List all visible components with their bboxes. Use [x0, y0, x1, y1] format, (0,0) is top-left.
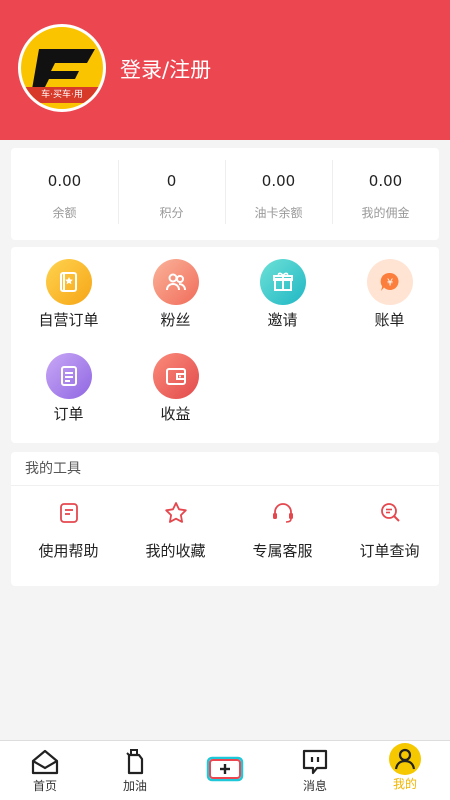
grid-label: 订单 [53, 405, 84, 423]
stat-value: 0 [166, 172, 177, 190]
stat-balance[interactable]: 0.00 余额 [11, 148, 118, 240]
gift-icon [259, 259, 306, 305]
grid-item-earnings[interactable]: 收益 [122, 353, 229, 424]
grid-label: 账单 [374, 311, 405, 329]
tools-title: 我的工具 [11, 452, 439, 486]
profile-header: 车·买车·用 登录/注册 [0, 0, 450, 140]
bottom-tab-bar: 首页 加油 消息 我的 [0, 740, 450, 800]
stat-value: 0.00 [368, 172, 403, 190]
function-grid: 自营订单 粉丝 邀请 ¥ 账单 订单 收益 [11, 247, 439, 443]
stat-points[interactable]: 0 积分 [118, 148, 225, 240]
tool-label: 使用帮助 [38, 542, 99, 560]
tab-label: 我的 [392, 777, 417, 791]
grid-item-bill[interactable]: ¥ 账单 [336, 259, 443, 330]
yen-bubble-icon: ¥ [366, 259, 413, 305]
grid-item-order[interactable]: 订单 [15, 353, 122, 424]
stat-label: 我的佣金 [361, 206, 410, 220]
tab-label: 首页 [32, 779, 57, 793]
stat-label: 积分 [159, 206, 184, 220]
avatar-strip-text: 车·买车·用 [21, 87, 103, 103]
fuel-icon [126, 749, 144, 775]
wallet-stats: 0.00 余额 0 积分 0.00 油卡余额 0.00 我的佣金 [11, 148, 439, 240]
login-register-link[interactable]: 登录/注册 [120, 54, 211, 84]
grid-item-invite[interactable]: 邀请 [229, 259, 336, 330]
tab-fuel[interactable]: 加油 [90, 741, 180, 800]
stat-commission[interactable]: 0.00 我的佣金 [332, 148, 439, 240]
stat-value: 0.00 [47, 172, 82, 190]
stat-value: 0.00 [261, 172, 296, 190]
grid-item-fans[interactable]: 粉丝 [122, 259, 229, 330]
user-icon [389, 743, 421, 775]
message-icon [302, 749, 328, 775]
fans-icon [152, 259, 199, 305]
tool-customer-service[interactable]: 专属客服 [229, 500, 336, 561]
tab-mine[interactable]: 我的 [360, 741, 450, 800]
grid-label: 粉丝 [160, 311, 191, 329]
tab-add[interactable] [180, 741, 270, 800]
grid-label: 收益 [160, 405, 191, 423]
tool-favorites[interactable]: 我的收藏 [122, 500, 229, 561]
stat-fuel-card-balance[interactable]: 0.00 油卡余额 [225, 148, 332, 240]
tab-messages[interactable]: 消息 [270, 741, 360, 800]
svg-text:¥: ¥ [386, 278, 392, 289]
stat-label: 油卡余额 [254, 206, 303, 220]
grid-label: 自营订单 [38, 311, 99, 329]
self-order-icon [45, 259, 92, 305]
tab-label: 加油 [122, 779, 147, 793]
home-icon [31, 749, 59, 775]
headset-icon [272, 503, 293, 523]
tool-label: 订单查询 [359, 542, 420, 560]
grid-label: 邀请 [267, 311, 298, 329]
tab-label: 消息 [302, 779, 327, 793]
plus-icon [206, 756, 244, 782]
star-icon [164, 502, 187, 523]
order-icon [45, 353, 92, 399]
tool-label: 我的收藏 [145, 542, 206, 560]
tool-order-query[interactable]: 订单查询 [336, 500, 443, 561]
search-doc-icon [380, 503, 400, 522]
grid-item-self-order[interactable]: 自营订单 [15, 259, 122, 330]
tab-home[interactable]: 首页 [0, 741, 90, 800]
help-doc-icon [59, 503, 78, 523]
wallet-icon [152, 353, 199, 399]
avatar[interactable]: 车·买车·用 [18, 24, 106, 112]
tool-help[interactable]: 使用帮助 [15, 500, 122, 561]
my-tools-card: 我的工具 使用帮助 我的收藏 专属客服 订单查询 [11, 452, 439, 586]
tool-label: 专属客服 [252, 542, 313, 560]
stat-label: 余额 [52, 206, 77, 220]
